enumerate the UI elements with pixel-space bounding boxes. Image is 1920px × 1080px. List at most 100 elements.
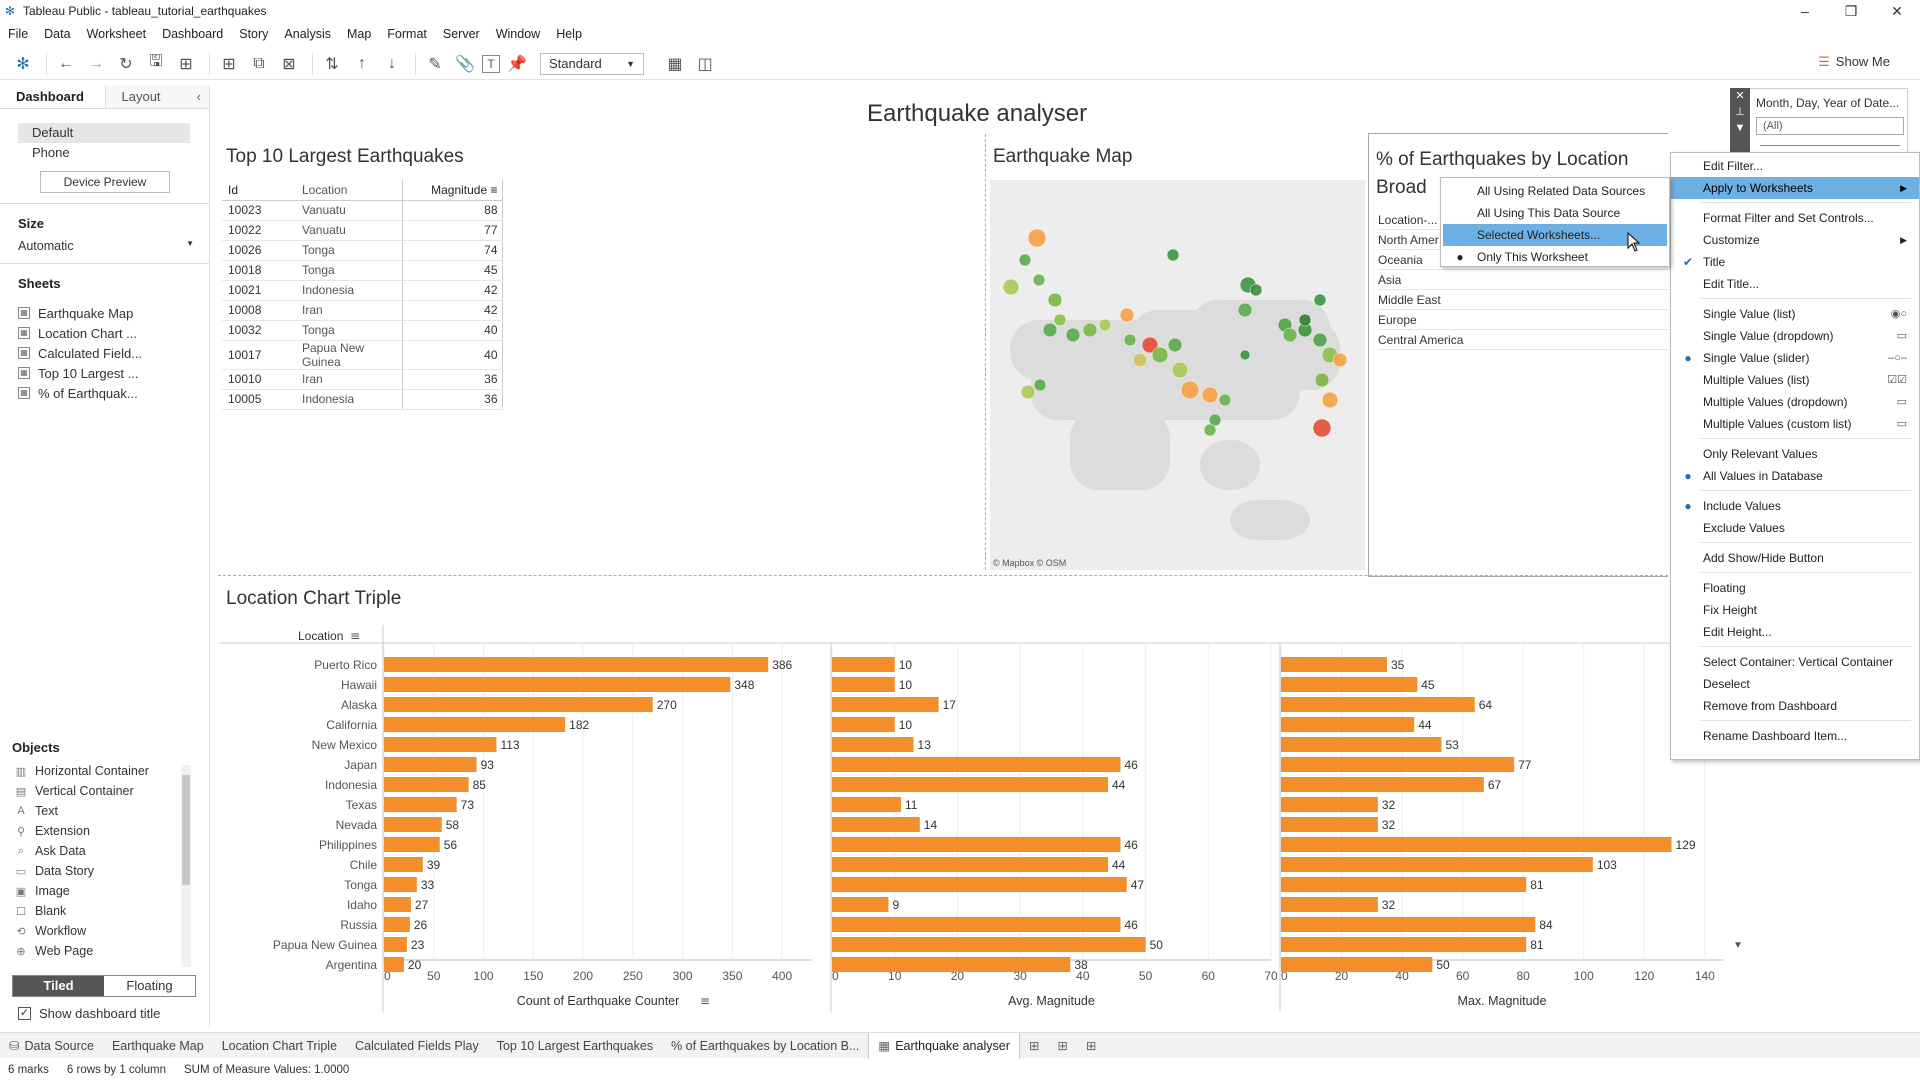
category-label[interactable]: Nevada <box>336 818 378 832</box>
new-worksheet-icon[interactable]: ⊞ <box>1020 1033 1048 1059</box>
category-label[interactable]: Tonga <box>344 878 377 892</box>
bar[interactable] <box>1281 957 1433 972</box>
menu-item[interactable]: Add Show/Hide Button <box>1671 547 1919 569</box>
sheet-tab[interactable]: Location Chart Triple <box>213 1033 346 1059</box>
bar[interactable] <box>832 737 914 752</box>
x-axis-label[interactable]: Avg. Magnitude <box>1008 994 1095 1008</box>
category-label[interactable]: Japan <box>344 758 377 772</box>
bar[interactable] <box>1281 737 1442 752</box>
menu-item[interactable]: Single Value (list) ◉○ <box>1671 303 1919 325</box>
sheet-tab[interactable]: ⛁ Data Source <box>0 1033 103 1059</box>
category-label[interactable]: Hawaii <box>341 678 377 692</box>
bar[interactable] <box>832 697 939 712</box>
bar[interactable] <box>1281 857 1593 872</box>
bar[interactable] <box>384 957 404 972</box>
bar[interactable] <box>832 837 1121 852</box>
bar[interactable] <box>1281 697 1475 712</box>
menu-item[interactable]: ● All Values in Database <box>1671 465 1919 487</box>
category-label[interactable]: New Mexico <box>312 738 378 752</box>
pin-icon[interactable]: ⊥ <box>1730 104 1750 120</box>
bar[interactable] <box>384 697 653 712</box>
menu-item[interactable]: Select Container: Vertical Container <box>1671 651 1919 673</box>
menu-item[interactable]: Apply to Worksheets ▶ <box>1671 177 1919 199</box>
bar[interactable] <box>1281 837 1672 852</box>
bar[interactable] <box>384 777 469 792</box>
bar[interactable] <box>832 877 1127 892</box>
bar[interactable] <box>832 777 1108 792</box>
menu-item[interactable]: Multiple Values (custom list) ▭ <box>1671 413 1919 435</box>
bar[interactable] <box>384 917 410 932</box>
bar[interactable] <box>384 757 477 772</box>
menu-item[interactable]: Deselect <box>1671 673 1919 695</box>
menu-item[interactable]: Rename Dashboard Item... <box>1671 725 1919 747</box>
bar[interactable] <box>832 677 895 692</box>
menu-item[interactable]: ● Include Values <box>1671 495 1919 517</box>
x-axis-label[interactable]: Count of Earthquake Counter <box>517 994 680 1008</box>
menu-item[interactable]: ● Single Value (slider) –○– <box>1671 347 1919 369</box>
menu-item[interactable]: Fix Height <box>1671 599 1919 621</box>
bar[interactable] <box>384 657 769 672</box>
bar[interactable] <box>384 717 566 732</box>
sort-icon[interactable]: ≡ <box>350 629 360 643</box>
category-label[interactable]: Chile <box>350 858 378 872</box>
menu-item[interactable]: Edit Title... <box>1671 273 1919 295</box>
menu-item[interactable]: Customize ▶ <box>1671 229 1919 251</box>
category-label[interactable]: Philippines <box>319 838 377 852</box>
bar[interactable] <box>1281 937 1527 952</box>
bar[interactable] <box>832 757 1121 772</box>
row-header-label[interactable]: Location <box>298 629 343 643</box>
bar[interactable] <box>832 817 920 832</box>
category-label[interactable]: Papua New Guinea <box>273 938 377 952</box>
bar[interactable] <box>384 937 407 952</box>
bar[interactable] <box>1281 777 1484 792</box>
sheet-tab[interactable]: ▦ Earthquake analyser <box>868 1032 1020 1059</box>
sheet-tab[interactable]: Calculated Fields Play <box>346 1033 488 1059</box>
new-dashboard-icon[interactable]: ⊞ <box>1048 1033 1076 1059</box>
sort-icon[interactable]: ≡ <box>700 994 710 1008</box>
bar[interactable] <box>384 877 417 892</box>
bar[interactable] <box>832 897 889 912</box>
category-label[interactable]: Russia <box>340 918 377 932</box>
bar[interactable] <box>1281 677 1418 692</box>
submenu-item[interactable]: All Using Related Data Sources <box>1443 180 1667 202</box>
menu-item[interactable]: Multiple Values (list) ☑☑ <box>1671 369 1919 391</box>
bar[interactable] <box>832 957 1071 972</box>
filter-slider[interactable] <box>1760 145 1900 146</box>
menu-item[interactable]: ✔ Title <box>1671 251 1919 273</box>
menu-item[interactable]: Remove from Dashboard <box>1671 695 1919 717</box>
menu-item[interactable]: Edit Height... <box>1671 621 1919 643</box>
bar[interactable] <box>1281 797 1378 812</box>
bar[interactable] <box>1281 897 1378 912</box>
bar[interactable] <box>832 917 1121 932</box>
chevron-down-icon[interactable]: ▼ <box>1730 120 1750 136</box>
new-story-icon[interactable]: ⊞ <box>1077 1033 1105 1059</box>
bar[interactable] <box>384 817 442 832</box>
bar[interactable] <box>384 737 497 752</box>
category-label[interactable]: Idaho <box>347 898 377 912</box>
category-label[interactable]: California <box>326 718 377 732</box>
bar[interactable] <box>832 857 1108 872</box>
menu-item[interactable]: Multiple Values (dropdown) ▭ <box>1671 391 1919 413</box>
bar[interactable] <box>832 717 895 732</box>
menu-item[interactable]: Edit Filter... <box>1671 155 1919 177</box>
bar[interactable] <box>1281 657 1387 672</box>
chevron-down-icon[interactable]: ▼ <box>1733 940 1743 951</box>
bar[interactable] <box>1281 717 1415 732</box>
x-axis-label[interactable]: Max. Magnitude <box>1458 994 1547 1008</box>
bar[interactable] <box>832 937 1146 952</box>
bar[interactable] <box>384 897 411 912</box>
category-label[interactable]: Puerto Rico <box>314 658 377 672</box>
sheet-tab[interactable]: Top 10 Largest Earthquakes <box>488 1033 662 1059</box>
bar[interactable] <box>1281 757 1515 772</box>
sheet-tab[interactable]: % of Earthquakes by Location B... <box>662 1033 868 1059</box>
category-label[interactable]: Argentina <box>326 958 378 972</box>
bar[interactable] <box>384 677 731 692</box>
menu-item[interactable]: Floating <box>1671 577 1919 599</box>
bar[interactable] <box>1281 877 1527 892</box>
menu-item[interactable]: Only Relevant Values <box>1671 443 1919 465</box>
bar[interactable] <box>384 857 423 872</box>
menu-item[interactable]: Single Value (dropdown) ▭ <box>1671 325 1919 347</box>
bar[interactable] <box>1281 917 1536 932</box>
bar[interactable] <box>832 657 895 672</box>
bar[interactable] <box>384 837 440 852</box>
